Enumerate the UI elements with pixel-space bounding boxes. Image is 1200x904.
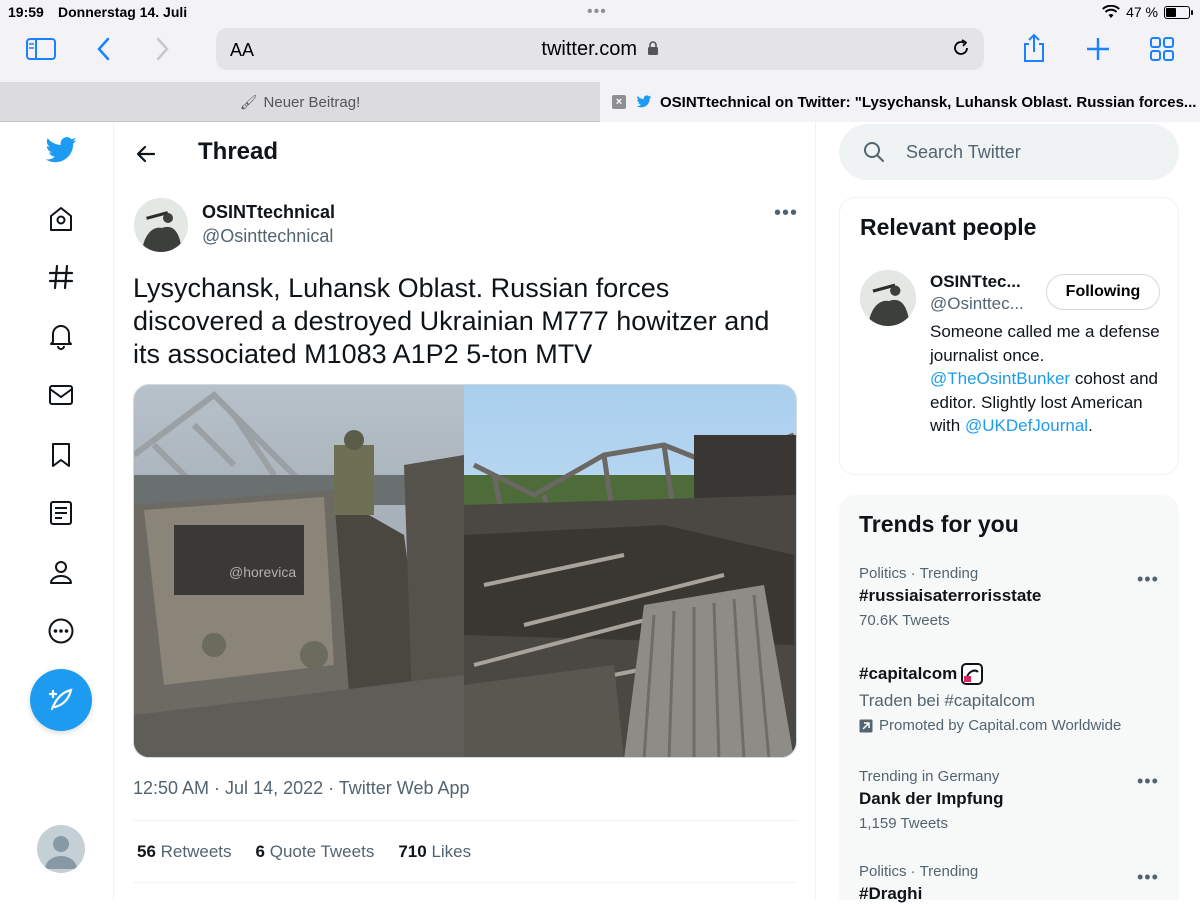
author-name[interactable]: OSINTtechnical [202, 202, 335, 223]
feather-quill-icon [48, 688, 73, 711]
address-bar[interactable]: AA twitter.com [216, 28, 984, 70]
profile-icon[interactable] [44, 555, 78, 589]
divider [133, 882, 797, 883]
bio-link-ukdefjournal[interactable]: @UKDefJournal [965, 416, 1088, 435]
likes-stat[interactable]: 710 Likes [398, 842, 471, 862]
trend-item[interactable]: Trending in Germany Dank der Impfung 1,1… [859, 768, 1159, 832]
trend-more-icon[interactable]: ••• [1137, 569, 1159, 590]
wifi-icon [1102, 5, 1120, 18]
status-time: 19:59 [8, 4, 44, 20]
tab-neuer-beitrag[interactable]: 🖌 Neuer Beitrag! [0, 82, 600, 122]
status-bar: 19:59 Donnerstag 14. Juli ••• 47 % [0, 0, 1200, 24]
retweets-stat[interactable]: 56 Retweets [137, 842, 232, 862]
notifications-bell-icon[interactable] [44, 319, 78, 353]
tweet-more-icon[interactable]: ••• [774, 202, 798, 225]
promoted-trend-item[interactable]: #capitalcom Traden bei #capitalcom Promo… [859, 663, 1159, 734]
lock-icon [647, 41, 658, 55]
browser-toolbar: AA twitter.com [0, 24, 1200, 82]
trend-item[interactable]: Politics · Trending #Draghi [859, 863, 1159, 904]
image-watermark: @horevica [229, 564, 296, 580]
wordpress-favicon-icon: 🖌 [239, 93, 258, 110]
tweet-stats: 56 Retweets 6 Quote Tweets 710 Likes [137, 842, 471, 862]
bio-link-theosintbunker[interactable]: @TheOsintBunker [930, 369, 1070, 388]
browser-tabs: 🖌 Neuer Beitrag! × OSINTtechnical on Twi… [0, 82, 1200, 122]
tab-title: Neuer Beitrag! [263, 93, 361, 111]
sidebar-icon[interactable] [25, 36, 57, 62]
multitasking-dots[interactable]: ••• [587, 3, 607, 21]
battery-percent: 47 % [1126, 4, 1158, 20]
url-text: twitter.com [216, 38, 984, 61]
author-handle[interactable]: @Osinttechnical [202, 226, 333, 247]
search-input[interactable]: Search Twitter [839, 124, 1179, 180]
tab-overview-icon[interactable] [1149, 36, 1175, 62]
divider [133, 820, 797, 821]
messages-mail-icon[interactable] [44, 378, 78, 412]
tab-osinttechnical[interactable]: × OSINTtechnical on Twitter: "Lysychansk… [600, 82, 1200, 122]
wrecked-truck-image[interactable]: @horevica [134, 385, 464, 757]
tweet-timestamp[interactable]: 12:50 AM · Jul 14, 2022 · Twitter Web Ap… [133, 778, 470, 799]
new-tab-icon[interactable] [1085, 36, 1111, 62]
search-placeholder: Search Twitter [906, 142, 1021, 162]
trend-item[interactable]: Politics · Trending #russiaisaterrorisst… [859, 565, 1159, 629]
trends-heading: Trends for you [859, 511, 1019, 537]
relevant-people-card: Relevant people OSINTtec... @Osinttec...… [839, 197, 1179, 475]
person-avatar[interactable] [860, 270, 916, 326]
person-bio: Someone called me a defense journalist o… [930, 322, 1160, 435]
compose-tweet-button[interactable] [30, 669, 92, 731]
status-date: Donnerstag 14. Juli [58, 4, 188, 20]
tweet-media[interactable]: @horevica [133, 384, 797, 758]
close-tab-icon[interactable]: × [612, 95, 626, 109]
twitter-favicon-icon [636, 95, 652, 108]
tab-title: OSINTtechnical on Twitter: "Lysychansk, … [660, 93, 1197, 111]
search-icon [864, 142, 884, 162]
person-name[interactable]: OSINTtec... [930, 272, 1021, 292]
home-icon[interactable] [44, 202, 78, 236]
twitter-logo-icon[interactable] [44, 134, 78, 168]
twitter-sidebar-nav [0, 122, 114, 900]
explore-hashtag-icon[interactable] [44, 260, 78, 294]
lists-icon[interactable] [44, 496, 78, 530]
relevant-people-heading: Relevant people [860, 214, 1037, 240]
back-arrow-icon[interactable] [134, 142, 158, 166]
person-handle[interactable]: @Osinttec... [930, 294, 1024, 314]
promoted-icon [859, 719, 873, 732]
trend-more-icon[interactable]: ••• [1137, 867, 1159, 888]
account-avatar[interactable] [37, 825, 85, 873]
author-avatar[interactable] [134, 198, 188, 252]
bookmarks-icon[interactable] [44, 438, 78, 472]
trends-card: Trends for you Politics · Trending #russ… [839, 495, 1179, 903]
trend-more-icon[interactable]: ••• [1137, 771, 1159, 792]
page-title: Thread [198, 138, 279, 165]
tweet-text: Lysychansk, Luhansk Oblast. Russian forc… [133, 273, 770, 369]
following-button[interactable]: Following [1046, 274, 1160, 310]
forward-icon[interactable] [152, 36, 172, 62]
share-icon[interactable] [1021, 32, 1047, 64]
thread-column: Thread OSINTtechnical @Osinttechnical ••… [114, 122, 816, 900]
destroyed-howitzer-image[interactable] [464, 385, 796, 757]
reload-icon[interactable] [950, 37, 972, 59]
battery-icon [1164, 5, 1193, 19]
capitalcom-emoji-icon [961, 663, 984, 685]
quote-tweets-stat[interactable]: 6 Quote Tweets [256, 842, 375, 862]
back-icon[interactable] [94, 36, 114, 62]
more-options-icon[interactable] [44, 614, 78, 648]
